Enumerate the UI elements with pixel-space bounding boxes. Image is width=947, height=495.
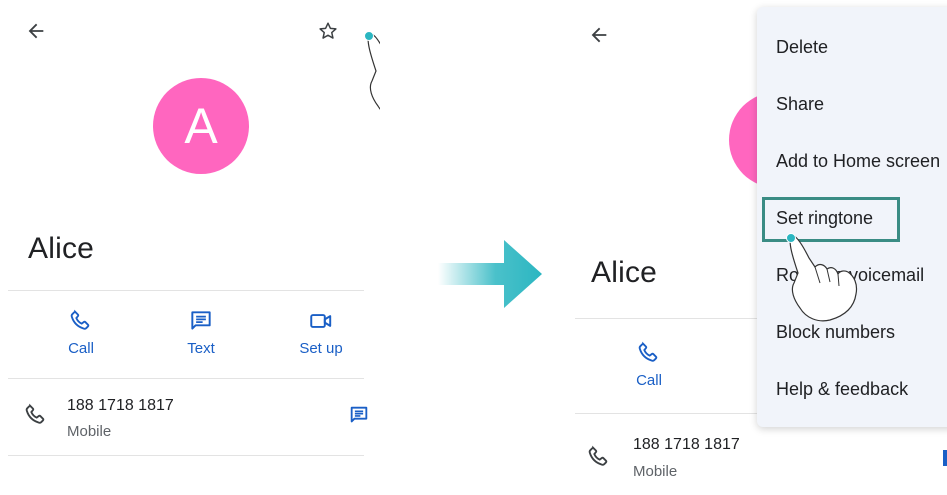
text-label: Text xyxy=(187,340,215,357)
avatar-initial: A xyxy=(184,98,218,154)
contact-name: Alice xyxy=(28,232,95,265)
divider xyxy=(8,290,364,291)
phone-number-row[interactable]: 188 1718 1817 Mobile xyxy=(575,420,947,495)
message-icon[interactable] xyxy=(348,404,370,426)
phone-type: Mobile xyxy=(633,463,678,480)
message-icon xyxy=(191,311,211,330)
contact-name: Alice xyxy=(591,256,658,289)
setup-video-action-button[interactable]: Set up xyxy=(281,308,361,357)
contact-avatar: A xyxy=(153,78,249,174)
call-label: Call xyxy=(636,372,662,389)
menu-item-add-to-home-screen[interactable]: Add to Home screen xyxy=(776,151,940,172)
contact-detail-screen-before: A Alice Call Text Set up 188 1718 1817 M… xyxy=(0,0,380,495)
phone-type: Mobile xyxy=(67,423,112,440)
phone-icon xyxy=(25,403,45,424)
divider xyxy=(8,378,364,379)
phone-icon xyxy=(638,341,658,362)
call-label: Call xyxy=(68,340,94,357)
tap-hand-icon xyxy=(364,31,380,110)
back-arrow-icon[interactable] xyxy=(585,21,613,49)
message-icon[interactable] xyxy=(943,450,947,466)
call-action-button[interactable]: Call xyxy=(609,340,689,389)
favorite-star-icon[interactable] xyxy=(314,17,342,45)
setup-label: Set up xyxy=(299,340,343,357)
menu-item-help-feedback[interactable]: Help & feedback xyxy=(776,379,908,400)
phone-icon xyxy=(588,445,608,466)
video-icon xyxy=(310,314,332,328)
phone-number: 188 1718 1817 xyxy=(67,397,174,414)
back-arrow-icon[interactable] xyxy=(22,17,50,45)
phone-number: 188 1718 1817 xyxy=(633,436,740,453)
tap-hand-icon xyxy=(786,233,858,322)
divider xyxy=(8,455,364,456)
transition-arrow-icon xyxy=(438,240,542,308)
menu-item-delete[interactable]: Delete xyxy=(776,37,828,58)
call-action-button[interactable]: Call xyxy=(41,308,121,357)
menu-item-share[interactable]: Share xyxy=(776,94,824,115)
phone-number-row[interactable]: 188 1718 1817 Mobile xyxy=(0,380,380,454)
text-action-button[interactable]: Text xyxy=(161,308,241,357)
phone-icon xyxy=(70,309,90,330)
